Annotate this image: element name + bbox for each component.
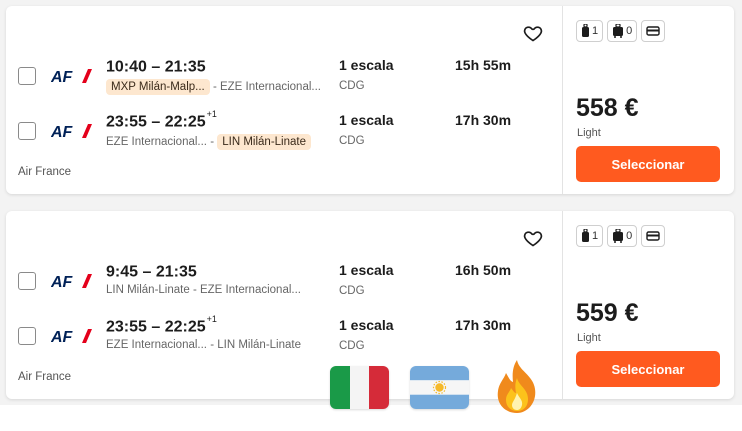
flight-times: 10:40 – 21:35 [106,58,206,76]
card-divider [562,6,563,194]
carry-on-bag-icon [613,229,624,243]
route-separator: - [210,339,215,352]
destination-airport: LIN Milán-Linate [217,339,301,351]
flight-route: MXP Milán-Malp... - EZE Internacional... [106,79,331,95]
heart-icon[interactable] [523,228,543,248]
stops-count: 1 escala [339,262,394,278]
flight-times: 23:55 – 22:25+1 [106,109,217,131]
carry-on-count: 0 [626,25,633,37]
select-button[interactable]: Seleccionar [576,351,720,387]
stops-count: 1 escala [339,57,394,73]
destination-airport: LIN Milán-Linate [217,134,311,150]
flight-leg-return: AF 23:55 – 22:25+1 EZE Internacional... … [18,109,518,150]
heart-icon[interactable] [523,23,543,43]
carry-on-badge: 0 [607,20,638,42]
checked-baggage-icon [646,231,660,241]
route-separator: - [210,136,215,149]
baggage-info: 1 0 [576,225,666,247]
card-divider [562,211,563,399]
baggage-info: 1 0 [576,20,666,42]
flight-times: 23:55 – 22:25+1 [106,314,217,336]
personal-item-badge: 1 [576,225,604,247]
layover-airport: CDG [339,80,365,92]
origin-airport: EZE Internacional... [106,136,207,148]
fare-type: Light [577,127,601,139]
stops-count: 1 escala [339,317,394,333]
flight-times: 9:45 – 21:35 [106,263,197,281]
leg-checkbox[interactable] [18,327,36,345]
svg-text:AF: AF [51,274,74,290]
checked-baggage-badge [641,20,666,42]
airfrance-logo: AF [51,124,92,140]
carry-on-bag-icon [613,24,624,38]
svg-text:AF: AF [51,124,74,140]
select-button[interactable]: Seleccionar [576,146,720,182]
layover-airport: CDG [339,285,365,297]
airfrance-logo: AF [51,69,92,85]
flight-leg-return: AF 23:55 – 22:25+1 EZE Internacional... … [18,314,518,354]
personal-item-count: 1 [592,25,599,37]
airfrance-logo: AF [51,274,92,290]
origin-airport: MXP Milán-Malp... [106,79,210,95]
checked-baggage-badge [641,225,666,247]
personal-item-badge: 1 [576,20,604,42]
airfrance-logo: AF [51,329,92,345]
layover-airport: CDG [339,340,365,352]
flight-route: EZE Internacional... - LIN Milán-Linate [106,134,331,150]
carry-on-badge: 0 [607,225,638,247]
origin-airport: EZE Internacional... [106,339,207,351]
checked-baggage-icon [646,26,660,36]
flight-duration: 16h 50m [455,262,512,278]
flight-result-card[interactable]: AF 10:40 – 21:35 MXP Milán-Malp... - EZE… [6,6,734,194]
price: 559 € [576,299,639,327]
personal-item-icon [582,24,589,37]
route-separator: - [192,284,197,297]
price: 558 € [576,94,639,122]
svg-text:AF: AF [51,329,74,345]
carry-on-count: 0 [626,230,633,242]
flight-leg-outbound: AF 9:45 – 21:35 LIN Milán-Linate - EZE I… [18,259,518,299]
personal-item-icon [582,229,589,242]
leg-checkbox[interactable] [18,272,36,290]
flight-duration: 17h 30m [455,112,512,128]
origin-airport: LIN Milán-Linate [106,284,190,296]
argentina-flag-icon [410,366,469,409]
flight-duration: 17h 30m [455,317,512,333]
layover-airport: CDG [339,135,365,147]
route-separator: - [212,81,217,94]
stops-count: 1 escala [339,112,394,128]
italy-flag-icon [330,366,389,409]
flight-leg-outbound: AF 10:40 – 21:35 MXP Milán-Malp... - EZE… [18,54,518,95]
flight-route: EZE Internacional... - LIN Milán-Linate [106,339,331,351]
flight-duration: 15h 55m [455,57,512,73]
flight-route: LIN Milán-Linate - EZE Internacional... [106,284,331,296]
leg-checkbox[interactable] [18,122,36,140]
leg-checkbox[interactable] [18,67,36,85]
fire-emoji-icon [497,360,536,413]
fare-type: Light [577,332,601,344]
svg-text:AF: AF [51,69,74,85]
destination-airport: EZE Internacional... [219,81,321,93]
airline-name: Air France [18,371,72,383]
personal-item-count: 1 [592,230,599,242]
destination-airport: EZE Internacional... [199,284,301,296]
airline-name: Air France [18,166,72,178]
